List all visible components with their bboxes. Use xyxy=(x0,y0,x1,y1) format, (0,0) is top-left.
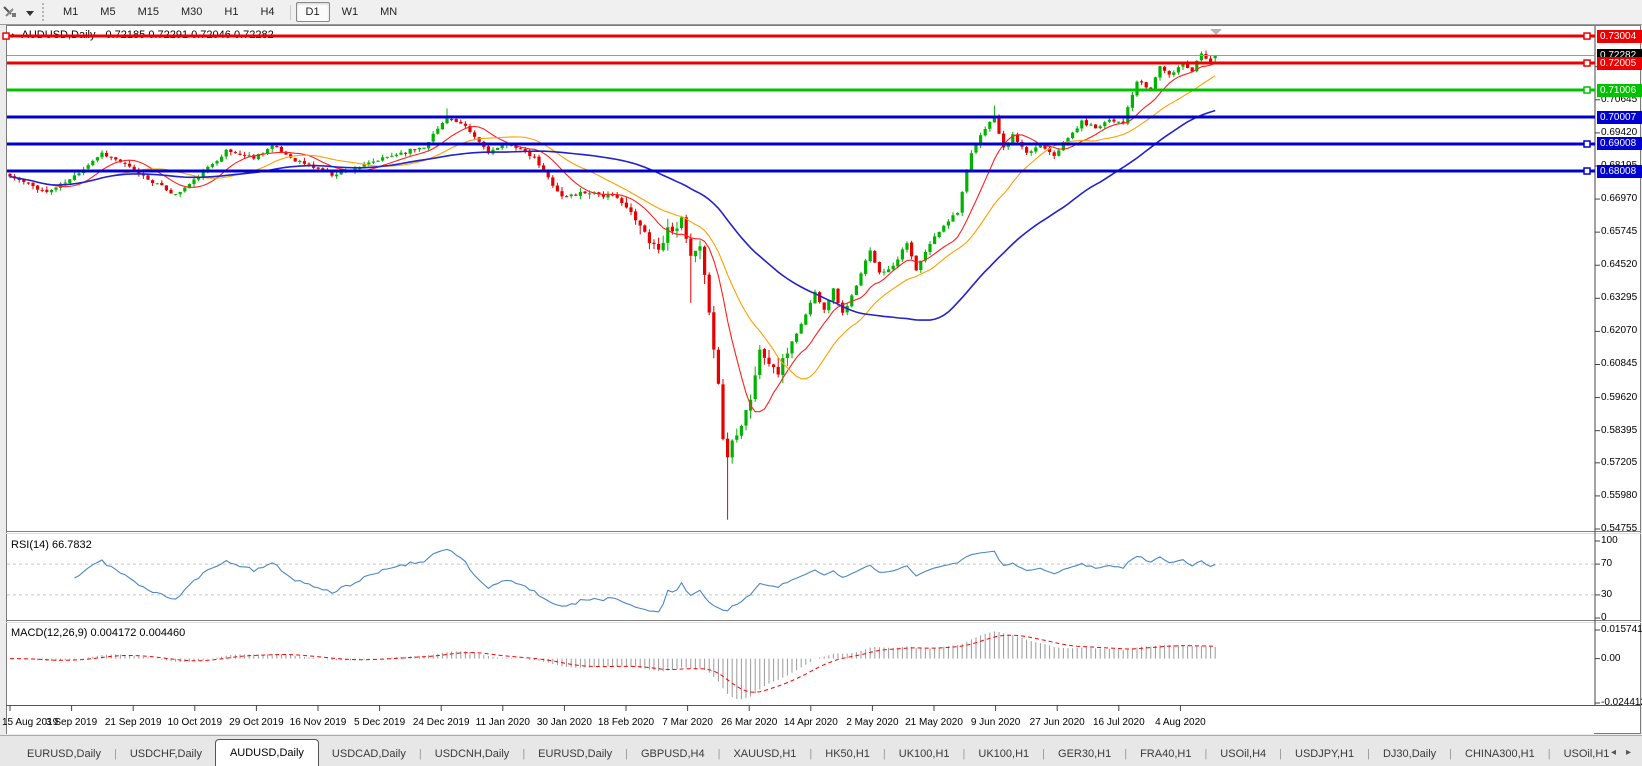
price-tag-0.70007[interactable]: 0.70007 xyxy=(1597,111,1642,124)
horizontal-line-0.73004[interactable] xyxy=(3,33,1595,39)
rsi-level-lines xyxy=(7,564,1595,595)
chart-tab-hk50-h1[interactable]: HK50,H1 xyxy=(812,742,883,766)
price-tag-0.72005[interactable]: 0.72005 xyxy=(1597,57,1642,70)
chart-tab-ger30-h1[interactable]: GER30,H1 xyxy=(1045,742,1124,766)
chart-tab-audusd-daily[interactable]: AUDUSD,Daily xyxy=(215,739,319,766)
horizontal-line-0.69008[interactable] xyxy=(7,141,1595,147)
tab-scroll-left-icon[interactable]: ◂ xyxy=(1606,747,1621,758)
chart-tab-usdcad-daily[interactable]: USDCAD,Daily xyxy=(319,742,419,766)
chart-tab-usdchf-daily[interactable]: USDCHF,Daily xyxy=(117,742,215,766)
moving-average-50 xyxy=(10,111,1215,321)
trading-platform-window: M1M5M15M30H1H4D1W1MN ▸AUDUSD,Daily0.7218… xyxy=(0,0,1642,766)
chart-tab-bar: EURUSD,Daily|USDCHF,DailyAUDUSD,DailyUSD… xyxy=(0,735,1642,766)
tab-scroll-right-icon[interactable]: ▸ xyxy=(1621,747,1636,758)
chart-tab-china300-h1[interactable]: CHINA300,H1 xyxy=(1452,742,1548,766)
price-axis-ticks xyxy=(1595,67,1600,703)
macd-histogram xyxy=(10,632,1215,700)
chart-tab-uk100-h1[interactable]: UK100,H1 xyxy=(886,742,963,766)
tab-scroll-controls: ◂▸ xyxy=(1606,747,1636,758)
horizontal-line-0.72005[interactable] xyxy=(7,60,1595,66)
chart-tab-fra40-h1[interactable]: FRA40,H1 xyxy=(1127,742,1204,766)
price-tag-0.69008[interactable]: 0.69008 xyxy=(1597,137,1642,150)
candlestick-series xyxy=(8,50,1216,519)
chart-tab-usdcnh-daily[interactable]: USDCNH,Daily xyxy=(422,742,523,766)
price-tag-0.71006[interactable]: 0.71006 xyxy=(1597,84,1642,97)
chart-tab-usdjpy-h1[interactable]: USDJPY,H1 xyxy=(1282,742,1367,766)
chart-tab-gbpusd-h4[interactable]: GBPUSD,H4 xyxy=(628,742,718,766)
price-tag-0.73004[interactable]: 0.73004 xyxy=(1597,30,1642,43)
panel-frames xyxy=(6,26,1641,706)
chart-tab-usoil-h4[interactable]: USOil,H4 xyxy=(1207,742,1279,766)
rsi-line xyxy=(74,549,1215,611)
chart-tab-dj30-daily[interactable]: DJ30,Daily xyxy=(1370,742,1449,766)
chart-tab-uk100-h1[interactable]: UK100,H1 xyxy=(965,742,1042,766)
chart-tab-eurusd-daily[interactable]: EURUSD,Daily xyxy=(14,742,114,766)
horizontal-line-0.71006[interactable] xyxy=(7,87,1595,93)
price-tag-0.68008[interactable]: 0.68008 xyxy=(1597,165,1642,178)
chart-canvas xyxy=(0,0,1642,766)
chart-shift-marker-icon[interactable] xyxy=(1210,29,1222,35)
chart-tab-xauusd-h1[interactable]: XAUUSD,H1 xyxy=(720,742,809,766)
chart-tab-eurusd-daily[interactable]: EURUSD,Daily xyxy=(525,742,625,766)
